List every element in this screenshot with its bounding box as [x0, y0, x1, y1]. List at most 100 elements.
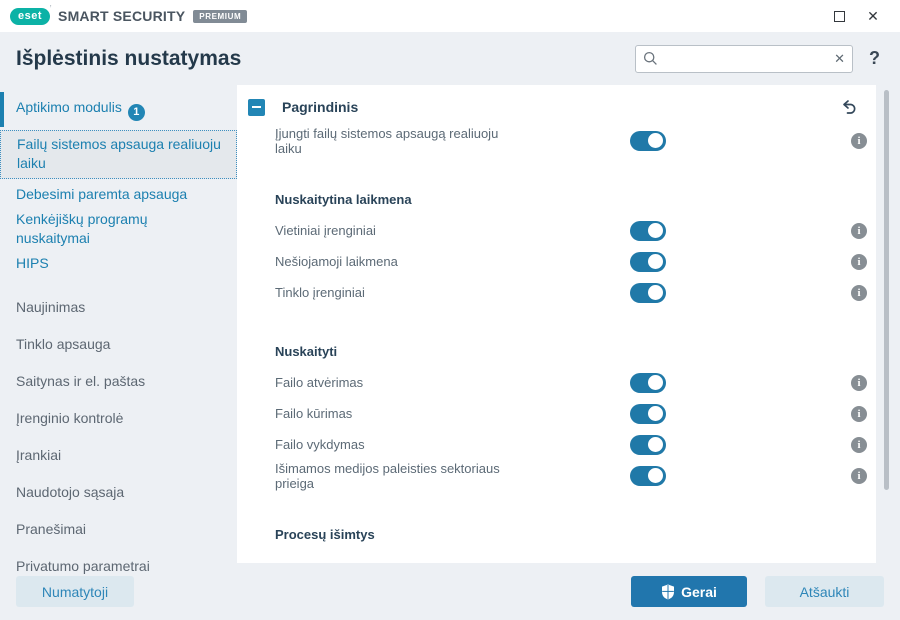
toggle-switch[interactable] [630, 434, 666, 455]
setting-row: Nešiojamoji laikmena i [237, 246, 876, 277]
setting-label: Nešiojamoji laikmena [275, 254, 398, 269]
registered-mark-icon: ’ [49, 4, 53, 12]
toggle-knob-icon [648, 437, 663, 452]
search-icon [643, 51, 657, 65]
sidebar-item-label: Aptikimo modulis [16, 99, 122, 115]
toggle-switch[interactable] [630, 403, 666, 424]
shield-icon [662, 584, 675, 599]
toggle-switch[interactable] [630, 130, 666, 151]
edition-badge: PREMIUM [193, 9, 248, 23]
toggle-knob-icon [648, 133, 663, 148]
sidebar-item[interactable]: Įrenginio kontrolė [0, 400, 237, 437]
settings-group: Nuskaityti Failo atvėrimas i Failo kūrim… [237, 336, 876, 491]
setting-row: Failo vykdymas i [237, 429, 876, 460]
search-clear-icon[interactable]: ✕ [834, 51, 845, 67]
sidebar-item[interactable]: Debesimi paremta apsauga [0, 182, 237, 207]
setting-row: Vietiniai įrenginiai i [237, 215, 876, 246]
toggle-knob-icon [648, 375, 663, 390]
sidebar-item[interactable]: Failų sistemos apsauga realiuoju laiku [0, 130, 237, 179]
settings-groups: Įjungti failų sistemos apsaugą realiuoju… [237, 125, 876, 550]
setting-label: Vietiniai įrenginiai [275, 223, 376, 238]
cancel-button[interactable]: Atšaukti [765, 576, 884, 607]
info-icon[interactable]: i [851, 284, 867, 301]
sidebar-item-label: Įrenginio kontrolė [16, 410, 124, 426]
toggle-switch[interactable] [630, 465, 666, 486]
ok-button[interactable]: Gerai [631, 576, 747, 607]
scrollbar[interactable] [884, 90, 889, 490]
sidebar-item[interactable]: Tinklo apsauga [0, 326, 237, 363]
group-heading: Procesų išimtys [275, 527, 375, 542]
toggle-switch[interactable] [630, 372, 666, 393]
settings-panel: Pagrindinis Įjungti failų sistemos apsau… [237, 85, 876, 563]
maximize-icon [833, 10, 845, 22]
setting-row: Tinklo įrenginiai i [237, 277, 876, 308]
sidebar-item-label: Debesimi paremta apsauga [16, 186, 188, 202]
search-box[interactable]: ✕ [635, 44, 853, 73]
info-icon[interactable]: i [851, 374, 867, 391]
sidebar-item-label: Saitynas ir el. paštas [16, 373, 146, 389]
sidebar-item-label: Įrankiai [16, 447, 62, 463]
info-icon[interactable]: i [851, 222, 867, 239]
sidebar-item[interactable]: HIPS [0, 251, 237, 276]
sidebar-item-label: Naudotojo sąsaja [16, 484, 125, 500]
toggle-knob-icon [648, 254, 663, 269]
footer: Numatytoji Gerai Atšaukti [0, 565, 900, 620]
sidebar-item-label: Failų sistemos apsauga realiuoju laiku [17, 136, 221, 171]
group-rows: Įjungti failų sistemos apsaugą realiuoju… [237, 125, 876, 156]
collapse-section-button[interactable] [248, 98, 265, 116]
sidebar-item-label: HIPS [16, 255, 49, 271]
info-icon[interactable]: i [851, 467, 867, 484]
setting-row: Įjungti failų sistemos apsaugą realiuoju… [237, 125, 876, 156]
toggle-knob-icon [648, 223, 663, 238]
sidebar-item[interactable]: Saitynas ir el. paštas [0, 363, 237, 400]
setting-label: Įjungti failų sistemos apsaugą realiuoju… [275, 125, 499, 156]
ok-button-label: Gerai [681, 583, 717, 600]
sidebar-item[interactable]: Naudotojo sąsaja [0, 474, 237, 511]
close-icon: ✕ [867, 7, 879, 24]
toggle-switch[interactable] [630, 220, 666, 241]
toggle-knob-icon [648, 468, 663, 483]
sidebar-item[interactable]: Aptikimo modulis 1 [0, 92, 237, 127]
close-button[interactable]: ✕ [856, 3, 890, 29]
group-rows: Vietiniai įrenginiai i Nešiojamoji laikm… [237, 215, 876, 308]
sidebar-item-label: Kenkėjiškų programų nuskaitymai [16, 211, 148, 246]
sidebar-item[interactable]: Naujinimas [0, 289, 237, 326]
sidebar-item-label: Naujinimas [16, 299, 86, 315]
maximize-button[interactable] [822, 3, 856, 29]
sidebar-item[interactable]: Kenkėjiškų programų nuskaitymai [0, 207, 237, 251]
group-rows: Failo atvėrimas i Failo kūrimas i Failo … [237, 367, 876, 491]
minus-icon [252, 106, 261, 108]
group-heading: Nuskaityti [275, 344, 338, 359]
settings-group: Įjungti failų sistemos apsaugą realiuoju… [237, 125, 876, 156]
settings-group: Nuskaitytina laikmena Vietiniai įrengini… [237, 184, 876, 308]
toggle-switch[interactable] [630, 282, 666, 303]
titlebar: eset’ SMART SECURITY PREMIUM ✕ [0, 0, 900, 32]
toggle-switch[interactable] [630, 251, 666, 272]
setting-label: Išimamos medijos paleisties sektoriaus p… [275, 460, 500, 491]
section-header: Pagrindinis [237, 85, 876, 125]
search-input[interactable] [662, 51, 831, 66]
setting-row: Failo kūrimas i [237, 398, 876, 429]
toggle-knob-icon [648, 285, 663, 300]
info-icon[interactable]: i [851, 253, 867, 270]
sidebar-item-label: Tinklo apsauga [16, 336, 111, 352]
page-title: Išplėstinis nustatymas [16, 46, 242, 70]
sidebar-item-badge: 1 [127, 104, 145, 121]
setting-row: Išimamos medijos paleisties sektoriaus p… [237, 460, 876, 491]
section-title: Pagrindinis [282, 99, 359, 115]
sidebar-item[interactable]: Pranešimai [0, 511, 237, 548]
sidebar-item[interactable]: Įrankiai [0, 437, 237, 474]
info-icon[interactable]: i [851, 436, 867, 453]
toggle-knob-icon [648, 406, 663, 421]
info-icon[interactable]: i [851, 405, 867, 422]
revert-section-icon[interactable] [840, 98, 858, 116]
info-icon[interactable]: i [851, 132, 867, 149]
setting-row: Failo atvėrimas i [237, 367, 876, 398]
product-name: SMART SECURITY [58, 8, 186, 24]
sidebar-nav: Aptikimo modulis 1 Failų sistemos apsauga… [0, 85, 237, 574]
help-button[interactable]: ? [865, 48, 884, 69]
settings-group: Procesų išimtys [237, 519, 876, 550]
sidebar-item-label: Pranešimai [16, 521, 87, 537]
default-button[interactable]: Numatytoji [16, 576, 134, 607]
group-heading: Nuskaitytina laikmena [275, 192, 412, 207]
